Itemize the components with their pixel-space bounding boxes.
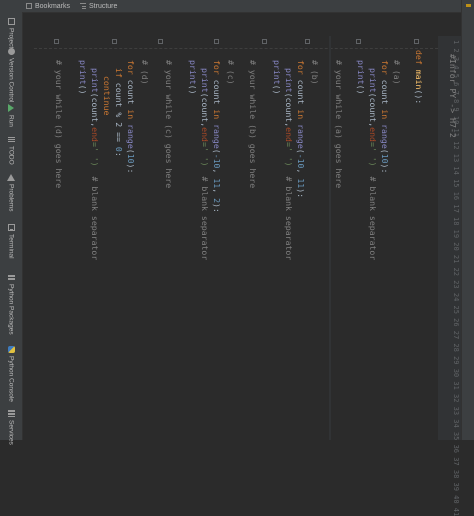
bookmark-icon bbox=[26, 3, 32, 9]
code-line-print-c[interactable]: print(count,end=' ') # blank separator bbox=[200, 68, 210, 260]
code-line-for-b[interactable]: for count in range(-10, 11): bbox=[296, 60, 306, 198]
terminal-icon bbox=[7, 224, 15, 231]
code-line-for-a[interactable]: for count in range(10): bbox=[380, 60, 390, 173]
sidebar-item-label: Project bbox=[7, 28, 15, 49]
code-line-while-d[interactable]: # your while (d) goes here bbox=[54, 60, 64, 188]
sidebar-item-python-packages[interactable]: Python Packages bbox=[3, 274, 19, 335]
bookmarks-tab[interactable]: Bookmarks bbox=[26, 0, 70, 12]
sidebar-item-project[interactable]: Project bbox=[3, 18, 19, 48]
sidebar-item-label: Terminal bbox=[7, 234, 15, 259]
code-line-if-d[interactable]: if count % 2 == 0: bbox=[114, 68, 124, 157]
sidebar-item-run[interactable]: Run bbox=[3, 104, 19, 127]
sidebar-item-problems[interactable]: Problems bbox=[3, 174, 19, 211]
code-line-print-b[interactable]: print(count,end=' ') # blank separator bbox=[284, 68, 294, 260]
code-line-comment-c[interactable]: # (c) bbox=[226, 60, 236, 85]
sidebar-item-todo[interactable]: TODO bbox=[3, 136, 19, 165]
code-line-print-blank-b[interactable]: print() bbox=[272, 60, 282, 95]
sidebar-item-label: Python Console bbox=[7, 356, 15, 402]
sidebar-item-label: Version Control bbox=[7, 58, 15, 103]
code-line-comment-d[interactable]: # (d) bbox=[140, 60, 150, 85]
code-line-print-a[interactable]: print(count,end=' ') # blank separator bbox=[368, 68, 378, 260]
structure-tab[interactable]: Structure bbox=[80, 0, 117, 12]
code-line-for-d[interactable]: for count in range(10): bbox=[126, 60, 136, 173]
branch-icon bbox=[7, 48, 15, 55]
code-line-comment-b[interactable]: # (b) bbox=[310, 60, 320, 85]
sidebar-item-label: Run bbox=[7, 115, 15, 127]
code-line-print-blank-c[interactable]: print() bbox=[188, 60, 198, 95]
sidebar-item-label: Python Packages bbox=[7, 284, 15, 335]
sidebar-item-label: Services bbox=[7, 420, 15, 445]
list-icon bbox=[7, 136, 15, 143]
code-line-print-blank-d[interactable]: print() bbox=[78, 60, 88, 95]
structure-icon bbox=[80, 3, 86, 9]
run-icon bbox=[8, 104, 14, 112]
code-line-while-a[interactable]: # your while (a) goes here bbox=[334, 60, 344, 188]
split-divider[interactable] bbox=[329, 36, 331, 440]
header-comment: #Infor PY -> H7-2 bbox=[448, 54, 458, 138]
error-stripe[interactable] bbox=[461, 0, 474, 440]
code-line-continue-d[interactable]: continue bbox=[102, 76, 112, 115]
code-line-comment-a[interactable]: # (a) bbox=[392, 60, 402, 85]
code-line-print-d[interactable]: print(count,end=' ') # blank separator bbox=[90, 68, 100, 260]
code-line-while-c[interactable]: # your while (c) goes here bbox=[164, 60, 174, 188]
sidebar-item-version-control[interactable]: Version Control bbox=[3, 48, 19, 102]
folder-icon bbox=[7, 18, 15, 25]
structure-label: Structure bbox=[89, 2, 118, 10]
problems-icon bbox=[7, 174, 15, 181]
layers-icon bbox=[7, 274, 15, 281]
sidebar-item-terminal[interactable]: Terminal bbox=[3, 224, 19, 259]
tool-window-bar: Bookmarks Structure bbox=[0, 0, 474, 13]
sidebar-item-label: TODO bbox=[7, 146, 15, 165]
services-icon bbox=[7, 410, 15, 417]
code-line-def-main[interactable]: def main(): bbox=[414, 50, 424, 104]
bookmarks-label: Bookmarks bbox=[35, 2, 71, 10]
sidebar-item-python-console[interactable]: Python Console bbox=[3, 346, 19, 402]
code-line-print-blank-a[interactable]: print() bbox=[356, 60, 366, 95]
python-icon bbox=[7, 346, 15, 353]
code-line-for-c[interactable]: for count in range(-10, 11, 2): bbox=[212, 60, 222, 213]
code-line-while-b[interactable]: # your while (b) goes here bbox=[248, 60, 258, 188]
warning-marker[interactable] bbox=[466, 4, 471, 7]
tool-window-sidebar: Project Version Control Run TODO Problem… bbox=[0, 12, 23, 445]
sidebar-item-label: Problems bbox=[7, 184, 15, 212]
